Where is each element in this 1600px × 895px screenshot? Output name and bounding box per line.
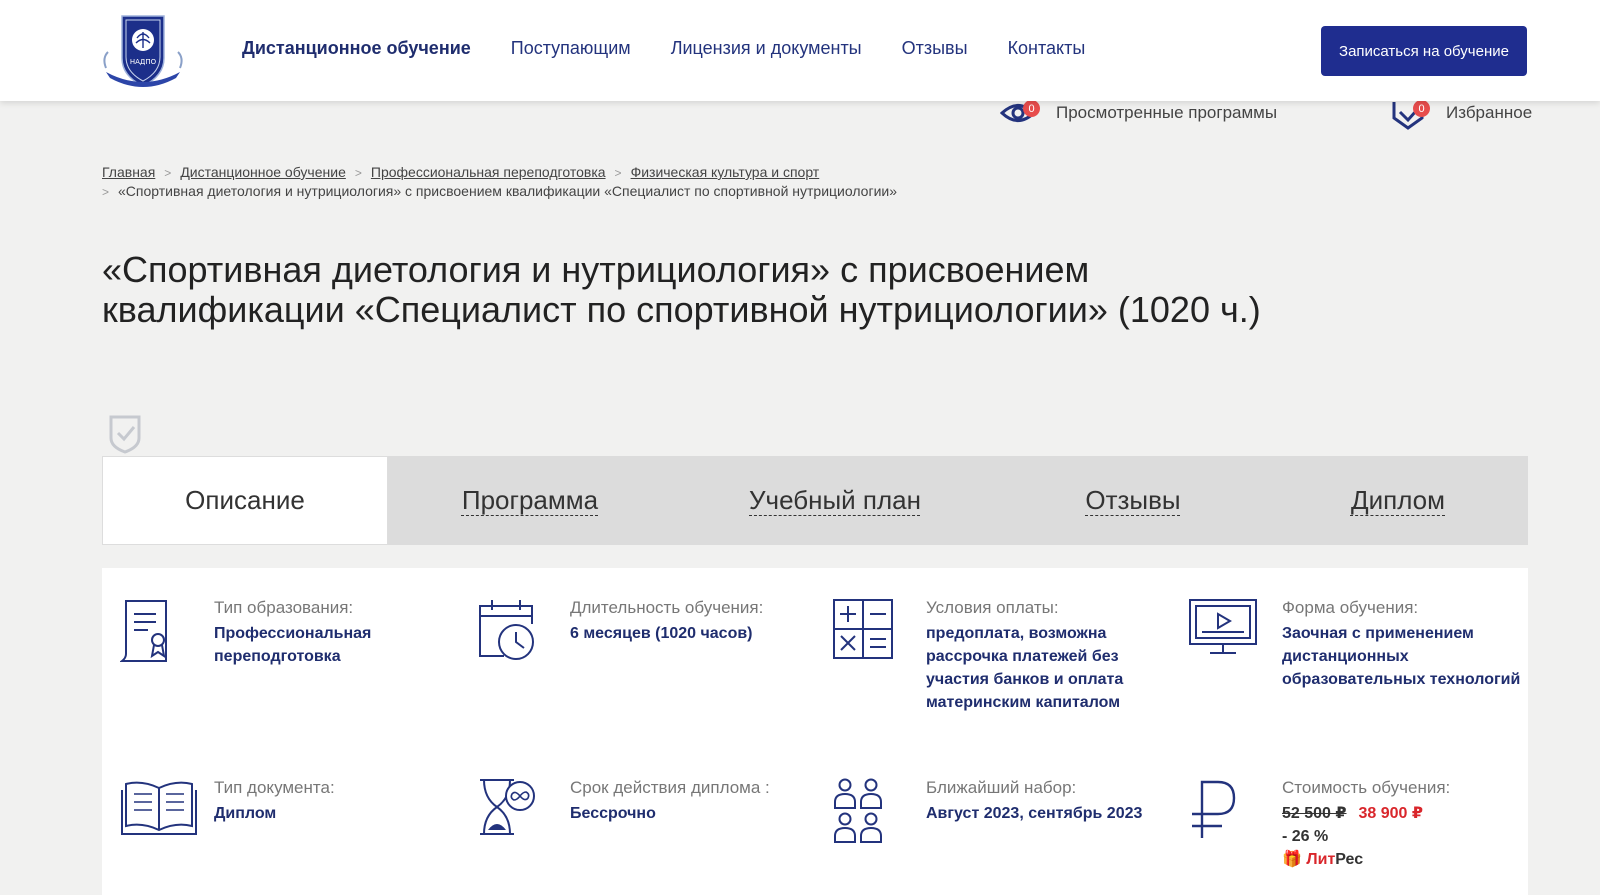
people-group-icon [834,778,882,843]
monitor-play-icon [1189,599,1257,654]
document-award-icon [120,600,167,662]
duration-value: 6 месяцев (1020 часов) [570,625,753,642]
tab-curriculum[interactable]: Учебный план [672,456,998,545]
validity-label: Срок действия диплома : [570,778,770,797]
heart-check-icon: 0 [1390,96,1430,130]
form-value: Заочная с применением дистанционных обра… [1282,625,1521,688]
breadcrumb-separator: > [354,166,362,180]
cost-label: Стоимость обучения: [1282,778,1451,797]
litres-brand-prefix: Лит [1306,851,1336,868]
breadcrumb-retraining[interactable]: Профессиональная переподготовка [371,164,606,180]
breadcrumb-sport[interactable]: Физическая культура и спорт [631,164,820,180]
litres-gift[interactable]: 🎁 ЛитРес [1282,851,1363,868]
doc-type-label: Тип документа: [214,778,335,797]
nav-license-documents[interactable]: Лицензия и документы [671,38,862,59]
breadcrumb-distance-learning[interactable]: Дистанционное обучение [180,164,346,180]
old-price: 52 500 ₽ [1282,805,1347,822]
viewed-programs-label: Просмотренные программы [1056,103,1278,122]
nav-applicants[interactable]: Поступающим [511,38,631,59]
form-label: Форма обучения: [1282,598,1419,617]
payment-value: предоплата, возможна рассрочка платежей … [926,625,1124,711]
main-nav: Дистанционное обучение Поступающим Лицен… [242,38,1125,59]
edu-type-label: Тип образования: [214,598,354,617]
duration-label: Длительность обучения: [570,598,764,617]
logo-emblem-icon: НАДПО [103,15,183,87]
ruble-icon [1192,780,1236,838]
breadcrumb: Главная > Дистанционное обучение > Профессио… [102,163,1082,201]
program-info-panel: Тип образования: Профессиональная перепо… [102,568,1528,895]
new-price: 38 900 ₽ [1358,805,1424,822]
program-tabs: Описание Программа Учебный план Отзывы Д… [102,456,1528,545]
gift-icon: 🎁 [1282,851,1302,868]
breadcrumb-home[interactable]: Главная [102,164,155,180]
tab-diploma[interactable]: Диплом [1268,456,1528,545]
nav-contacts[interactable]: Контакты [1008,38,1086,59]
svg-text:НАДПО: НАДПО [130,58,157,66]
calculator-icon [833,599,893,659]
favorites-count-badge: 0 [1413,100,1430,117]
eye-icon: 0 [999,96,1040,130]
favorites-link[interactable]: 0 Избранное [1390,96,1532,130]
doc-type-value: Диплом [214,805,277,822]
logo[interactable]: НАДПО [100,12,186,90]
tab-reviews[interactable]: Отзывы [998,456,1268,545]
next-intake-label: Ближайший набор: [926,778,1077,797]
edu-type-value: Профессиональная переподготовка [214,625,372,665]
page-title: «Спортивная диетология и нутрициология» … [102,249,1261,330]
cost-value: 52 500 ₽ 38 900 ₽ - 26 % 🎁 ЛитРес [1282,802,1532,871]
tab-program[interactable]: Программа [388,456,672,545]
nav-reviews[interactable]: Отзывы [902,38,968,59]
validity-value: Бессрочно [570,805,656,822]
calendar-clock-icon [479,600,534,660]
open-book-icon [121,781,197,835]
breadcrumb-current: «Спортивная диетология и нутрициология» … [118,183,898,199]
hourglass-infinity-icon [480,779,535,835]
tab-description[interactable]: Описание [102,456,388,545]
enroll-button[interactable]: Записаться на обучение [1321,26,1527,76]
site-header: НАДПО Дистанционное обучение Поступающим… [0,0,1600,101]
discount-value: - 26 % [1282,828,1329,845]
breadcrumb-separator: > [614,166,622,180]
payment-label: Условия оплаты: [926,598,1059,617]
shield-check-icon[interactable] [108,414,142,454]
favorites-label: Избранное [1446,103,1533,122]
viewed-programs-link[interactable]: 0 Просмотренные программы [999,96,1278,130]
nav-distance-learning[interactable]: Дистанционное обучение [242,38,471,59]
litres-brand-suffix: Рес [1335,851,1364,868]
breadcrumb-separator: > [102,185,110,199]
next-intake-value: Август 2023, сентябрь 2023 [926,805,1143,822]
viewed-count-badge: 0 [1023,100,1040,117]
breadcrumb-separator: > [164,166,172,180]
